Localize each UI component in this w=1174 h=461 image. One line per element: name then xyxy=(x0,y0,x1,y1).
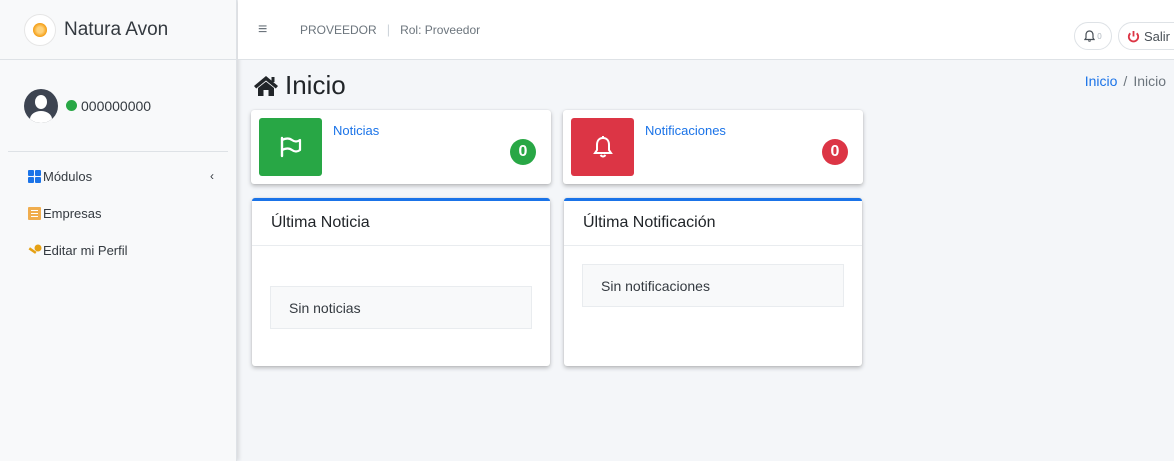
breadcrumb-separator: / xyxy=(1123,73,1128,89)
notificaciones-count-badge: 0 xyxy=(822,139,848,165)
card-title: Última Notificación xyxy=(564,201,862,246)
topbar-separator: | xyxy=(386,22,391,37)
sidebar-item-editar-perfil[interactable]: Editar mi Perfil xyxy=(0,232,236,269)
flag-icon xyxy=(259,118,322,176)
notifications-button[interactable]: 0 xyxy=(1074,22,1112,50)
info-box-label[interactable]: Notificaciones xyxy=(645,123,726,138)
online-status-icon xyxy=(66,100,77,111)
latest-news-card: Última Noticia Sin noticias xyxy=(252,198,550,366)
sidebar-item-empresas[interactable]: Empresas xyxy=(0,195,236,232)
sidebar: Natura Avon 000000000 Módulos ‹ Empresas… xyxy=(0,0,237,461)
empty-news-message: Sin noticias xyxy=(270,286,532,329)
chevron-left-icon: ‹ xyxy=(210,169,214,183)
brand-link[interactable]: Natura Avon xyxy=(0,0,236,60)
bell-icon xyxy=(1084,30,1096,42)
home-icon xyxy=(254,75,278,96)
logout-label: Salir xyxy=(1144,28,1171,44)
sidebar-item-label: Editar mi Perfil xyxy=(43,243,128,258)
building-icon xyxy=(28,207,41,220)
noticias-count-badge: 0 xyxy=(510,139,536,165)
empty-notifications-message: Sin notificaciones xyxy=(582,264,844,307)
breadcrumb: Inicio / Inicio xyxy=(1085,73,1166,89)
bell-icon xyxy=(571,118,634,176)
brand-name: Natura Avon xyxy=(64,18,169,40)
logout-button[interactable]: Salir xyxy=(1118,22,1174,50)
page-title-text: Inicio xyxy=(285,70,346,100)
notifications-count: 0 xyxy=(1097,31,1102,41)
role-label: Rol: Proveedor xyxy=(400,22,481,37)
user-panel: 000000000 xyxy=(8,60,228,152)
breadcrumb-home-link[interactable]: Inicio xyxy=(1085,73,1118,89)
provider-link[interactable]: PROVEEDOR xyxy=(300,23,377,37)
key-icon xyxy=(28,244,42,257)
sidebar-item-modulos[interactable]: Módulos ‹ xyxy=(0,158,236,195)
menu-toggle-icon[interactable]: ≡ xyxy=(258,21,278,39)
topbar: ≡ PROVEEDOR | Rol: Proveedor 0 Salir xyxy=(238,0,1174,60)
natura-logo-icon xyxy=(24,13,56,46)
card-title: Última Noticia xyxy=(252,201,550,246)
info-box-notificaciones[interactable]: Notificaciones 0 xyxy=(563,110,863,184)
power-icon xyxy=(1127,30,1140,42)
grid-icon xyxy=(28,170,41,183)
page-title: Inicio xyxy=(253,70,346,101)
info-box-label[interactable]: Noticias xyxy=(333,123,379,138)
info-box-noticias[interactable]: Noticias 0 xyxy=(251,110,551,184)
sidebar-nav: Módulos ‹ Empresas Editar mi Perfil xyxy=(0,152,236,269)
avatar[interactable] xyxy=(24,88,58,123)
user-name[interactable]: 000000000 xyxy=(81,98,151,114)
breadcrumb-current: Inicio xyxy=(1133,73,1166,89)
sidebar-item-label: Módulos xyxy=(43,169,93,184)
sidebar-item-label: Empresas xyxy=(43,206,102,221)
latest-notification-card: Última Notificación Sin notificaciones xyxy=(564,198,862,366)
